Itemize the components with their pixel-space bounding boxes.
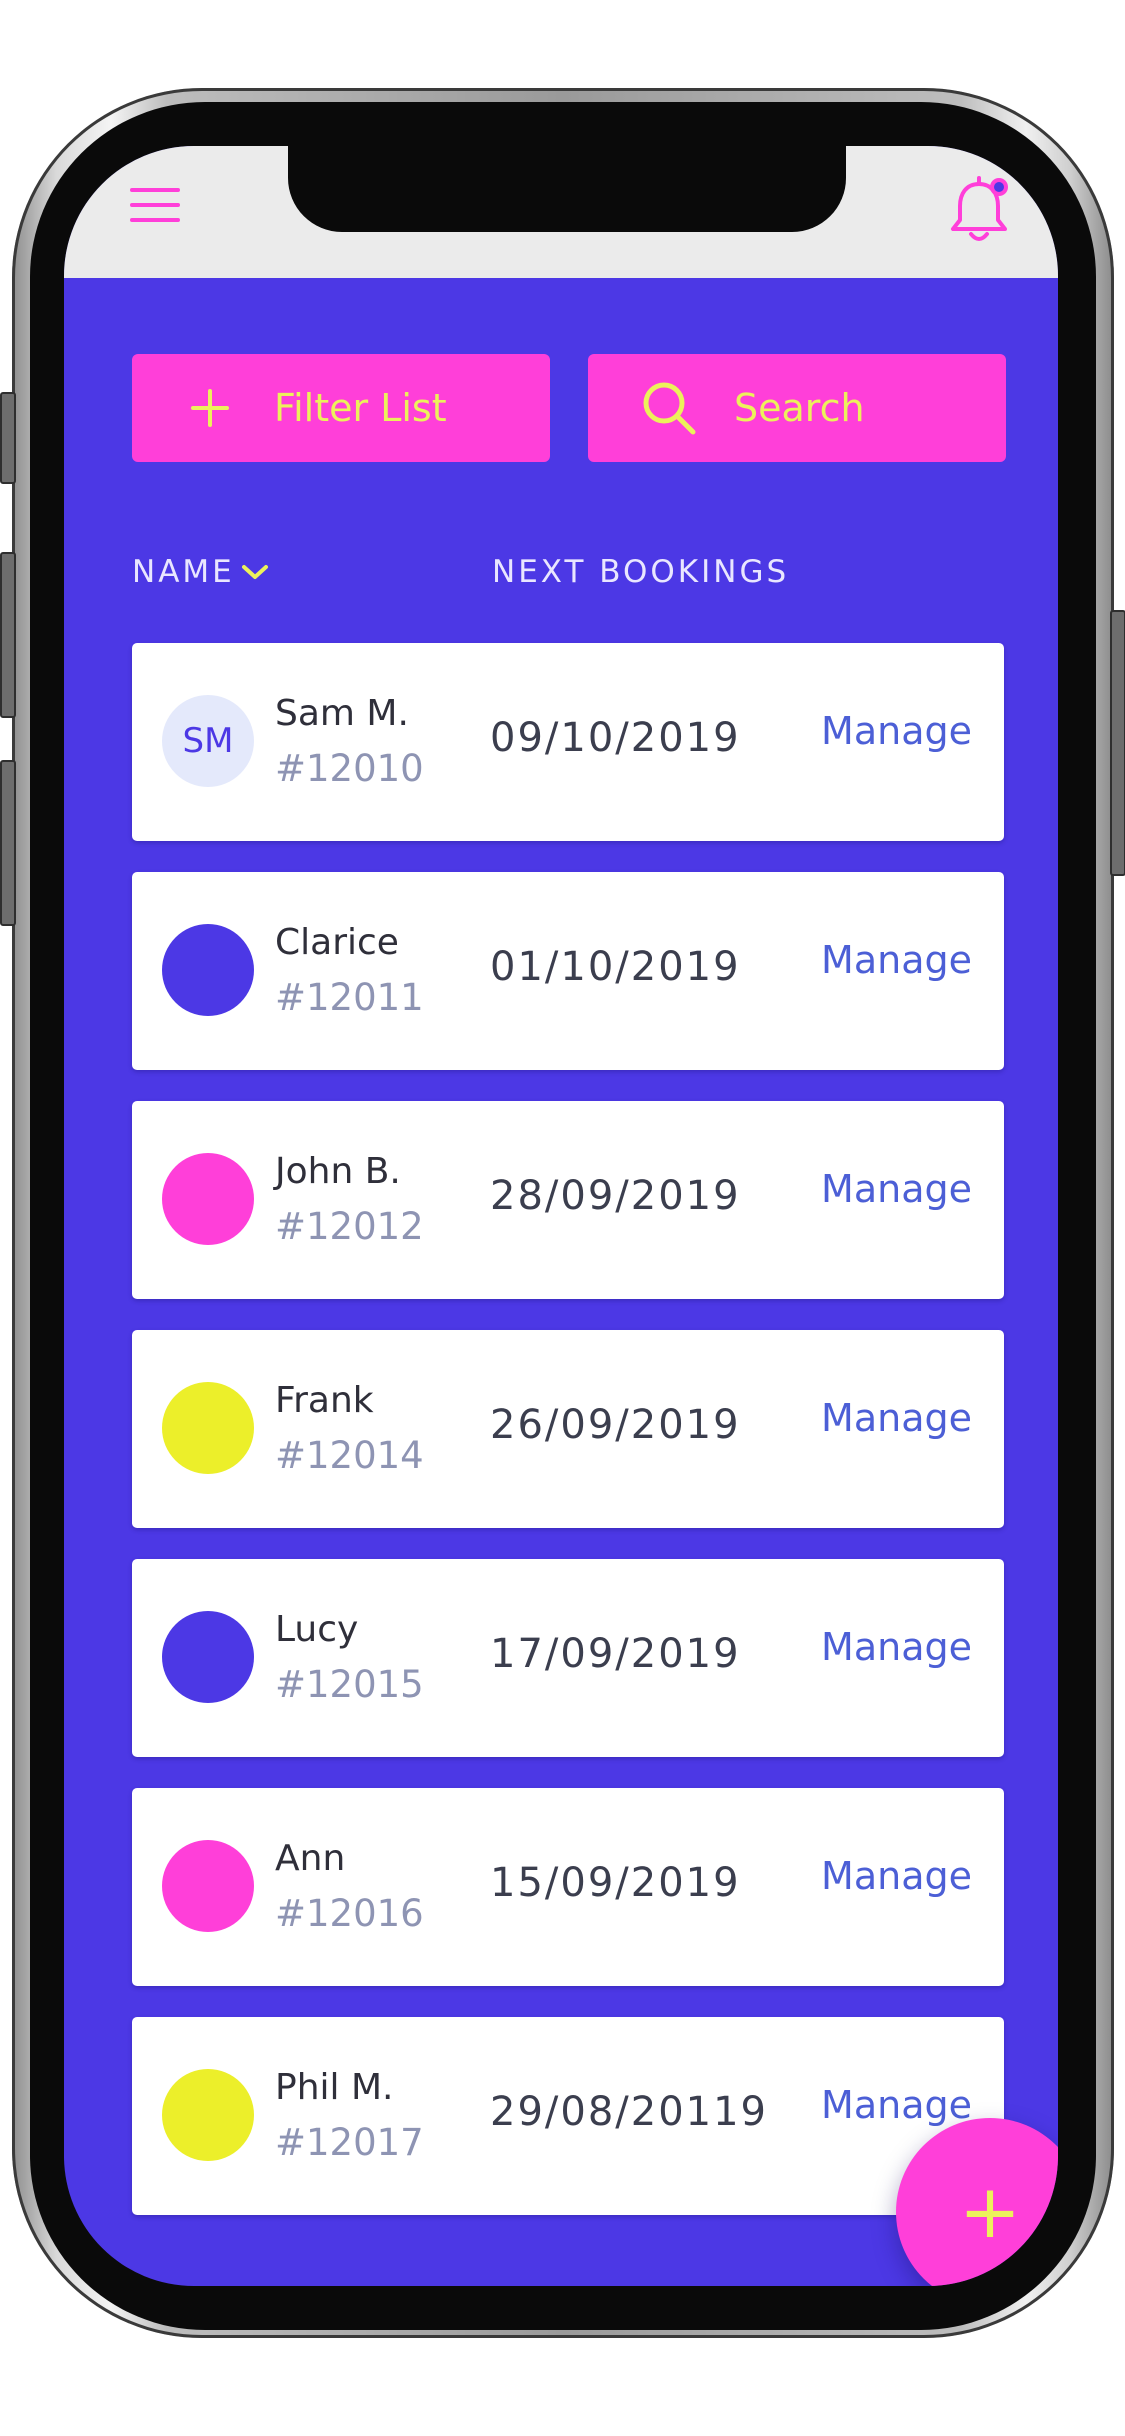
next-bookings-column-header: NEXT BOOKINGS	[492, 554, 789, 590]
filter-list-label: Filter List	[274, 386, 447, 430]
add-icon: +	[958, 2169, 1021, 2255]
next-bookings-column-label: NEXT BOOKINGS	[492, 554, 790, 590]
manage-link[interactable]: Manage	[821, 1167, 972, 1211]
customer-name: Lucy	[275, 1609, 359, 1650]
volume-down-button	[0, 760, 16, 926]
device-notch	[288, 146, 846, 232]
device-mockup: Filter List Search NAME NEXT BOOKINGS SM…	[0, 0, 1125, 2436]
avatar	[162, 1611, 254, 1703]
manage-link[interactable]: Manage	[821, 938, 972, 982]
avatar	[162, 1153, 254, 1245]
search-icon	[640, 379, 698, 437]
filter-list-button[interactable]: Filter List	[132, 354, 550, 462]
customer-id: #12014	[275, 1434, 424, 1477]
hamburger-menu-icon[interactable]	[130, 188, 180, 228]
next-booking-date: 26/09/2019	[490, 1402, 741, 1448]
chevron-down-icon	[241, 565, 268, 579]
manage-link[interactable]: Manage	[821, 709, 972, 753]
next-booking-date: 15/09/2019	[490, 1860, 741, 1906]
next-booking-date: 09/10/2019	[490, 715, 741, 761]
search-button[interactable]: Search	[588, 354, 1006, 462]
avatar	[162, 924, 254, 1016]
volume-up-button	[0, 552, 16, 718]
avatar: SM	[162, 695, 254, 787]
next-booking-date: 28/09/2019	[490, 1173, 741, 1219]
manage-link[interactable]: Manage	[821, 1396, 972, 1440]
customer-name: Clarice	[275, 922, 399, 963]
name-column-label: NAME	[132, 554, 235, 590]
bell-icon[interactable]	[944, 174, 1014, 246]
name-column-header[interactable]: NAME	[132, 554, 271, 590]
next-booking-date: 29/08/20119	[490, 2089, 768, 2135]
list-item: Ann #12016 15/09/2019 Manage	[132, 1788, 1004, 1986]
next-booking-date: 01/10/2019	[490, 944, 741, 990]
customer-id: #12015	[275, 1663, 424, 1706]
customer-name: Sam M.	[275, 693, 409, 734]
avatar-initials: SM	[182, 721, 234, 761]
customer-name: Ann	[275, 1838, 346, 1879]
customer-id: #12012	[275, 1205, 424, 1248]
avatar	[162, 1840, 254, 1932]
customer-id: #12017	[275, 2121, 424, 2164]
list-item: Frank #12014 26/09/2019 Manage	[132, 1330, 1004, 1528]
manage-link[interactable]: Manage	[821, 1625, 972, 1669]
avatar	[162, 1382, 254, 1474]
list-item: Clarice #12011 01/10/2019 Manage	[132, 872, 1004, 1070]
customer-name: John B.	[275, 1151, 401, 1192]
list-item: Lucy #12015 17/09/2019 Manage	[132, 1559, 1004, 1757]
customer-id: #12011	[275, 976, 424, 1019]
manage-link[interactable]: Manage	[821, 2083, 972, 2127]
customer-name: Phil M.	[275, 2067, 394, 2108]
mute-switch	[0, 392, 16, 484]
search-label: Search	[734, 386, 865, 430]
list-item: Phil M. #12017 29/08/20119 Manage	[132, 2017, 1004, 2215]
power-button	[1110, 610, 1125, 876]
avatar	[162, 2069, 254, 2161]
customer-name: Frank	[275, 1380, 374, 1421]
app-screen: Filter List Search NAME NEXT BOOKINGS SM…	[64, 146, 1058, 2286]
list-item: John B. #12012 28/09/2019 Manage	[132, 1101, 1004, 1299]
customer-id: #12010	[275, 747, 424, 790]
next-booking-date: 17/09/2019	[490, 1631, 741, 1677]
plus-icon	[190, 388, 230, 428]
customer-id: #12016	[275, 1892, 424, 1935]
list-item: SM Sam M. #12010 09/10/2019 Manage	[132, 643, 1004, 841]
manage-link[interactable]: Manage	[821, 1854, 972, 1898]
